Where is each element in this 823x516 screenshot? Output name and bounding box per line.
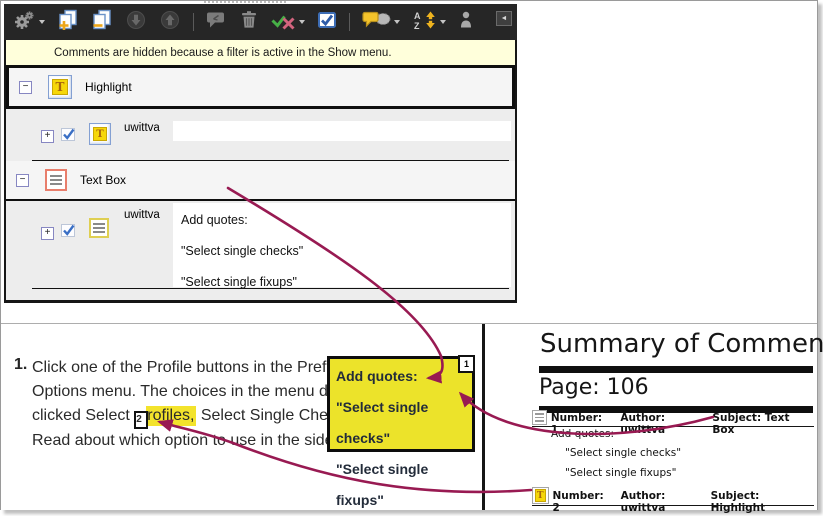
commenter-button[interactable] [458,10,474,35]
show-menu-button[interactable] [362,10,400,35]
person-icon [458,10,474,35]
row-underline [532,505,814,506]
summary-panel: Summary of Comments Page: 106 Number: 1 … [485,324,823,514]
note-line: "Select single checks" [336,399,429,446]
comment-text-field[interactable] [173,121,511,141]
delete-button[interactable] [239,9,259,35]
text-box-icon [45,169,67,191]
note-line: Add quotes: [336,368,418,384]
highlight-icon: T [532,487,549,504]
summary-title: Summary of Comments [540,329,823,359]
blue-checkbox-icon [317,10,337,35]
collapse-all-button[interactable] [91,9,113,36]
document-line: clicked Select 2 rofiles, Select Single C… [32,404,375,429]
comment-author: Author: uwittva [620,490,666,514]
comment-author: uwittva [124,209,160,221]
group-row-textbox[interactable]: − Text Box [6,161,515,201]
row-underline [532,426,814,427]
document-text: Click one of the Profile buttons in the … [32,356,375,453]
highlight-icon: T [48,75,72,99]
group-label: Text Box [80,173,127,187]
collapse-panel-button[interactable]: ◄ [496,11,512,26]
comment-author: Author: uwittva [620,412,666,436]
filter-notice: Comments are hidden because a filter is … [6,40,515,65]
options-button[interactable] [12,10,45,35]
list-number: 1. [14,356,28,373]
text-box-icon [89,218,109,238]
row-separator [32,288,509,289]
expand-all-button[interactable] [57,9,79,36]
caret-down-icon [394,20,400,24]
comments-panel: A Z ◄ Comments are hidden because a filt… [4,4,517,303]
comment-text-field[interactable]: Add quotes: "Select single checks" "Sele… [173,203,511,289]
comment-number: Number: 2 [552,490,604,514]
document-line: Read about which option to use in the si… [32,432,367,449]
trash-icon [239,9,259,35]
comment-row-textbox[interactable]: + uwittva Add quotes: "Select single che… [6,201,515,289]
screenshot-frame: A Z ◄ Comments are hidden because a filt… [0,0,823,514]
checkmark-button[interactable] [317,10,337,35]
caret-down-icon [39,20,45,24]
toolbar-separator [349,13,350,31]
highlight-icon: T [89,123,111,145]
comment-checkbox[interactable] [60,126,77,148]
summary-page-label: Page: 106 [539,375,649,400]
document-section: 1. Click one of the Profile buttons in t… [1,323,823,514]
arrow-up-circle-icon [159,9,181,36]
sort-by-button[interactable]: A Z [412,10,446,35]
comment-number-badge[interactable]: 1 [458,355,475,373]
comment-number-badge[interactable]: 2 [134,411,149,429]
reply-bubble-icon [206,9,227,35]
caret-down-icon [299,20,305,24]
comment-row-highlight[interactable]: + T uwittva [6,109,515,161]
svg-text:A: A [414,11,421,21]
comment-line: "Select single checks" [181,244,304,258]
expand-toggle[interactable]: + [41,227,54,240]
divider-bar [539,366,813,373]
expand-all-icon [57,9,79,36]
document-line: Click one of the Profile buttons in the … [32,359,356,376]
text-box-icon [532,410,547,425]
sort-az-icon: A Z [412,10,437,35]
document-line: Options menu. The choices in the menu de… [32,383,360,400]
previous-comment-button[interactable] [159,9,181,36]
gear-icon [12,10,36,35]
comment-subject: Subject: Text Box [712,412,790,436]
comment-checkbox[interactable] [60,222,77,244]
collapse-toggle[interactable]: − [16,173,29,187]
note-line: "Select single fixups" [336,461,429,508]
comment-body-line: "Select single checks" [565,447,682,459]
comment-body-line: Add quotes: [551,428,614,440]
set-status-button[interactable] [271,10,305,35]
comment-line: "Select single fixups" [181,275,297,289]
comment-body-line: "Select single fixups" [565,467,677,479]
check-x-status-icon [271,10,296,35]
expand-toggle[interactable]: + [41,130,54,143]
comment-subject: Subject: Highlight [710,490,766,514]
text-box-annotation[interactable]: Add quotes: "Select single checks" "Sele… [327,356,475,508]
comments-toolbar: A Z ◄ [4,4,517,40]
group-row-highlight[interactable]: − T Highlight [6,65,515,109]
svg-text:Z: Z [414,21,420,30]
comments-list: − T Highlight + T uwittva − Text Box + u… [6,65,515,300]
comment-author: uwittva [124,122,160,134]
speech-bubbles-icon [362,10,391,35]
collapse-all-icon [91,9,113,36]
reply-button[interactable] [206,9,227,35]
filter-notice-text: Comments are hidden because a filter is … [54,47,392,59]
arrow-down-circle-icon [125,9,147,36]
toolbar-separator [193,13,194,31]
highlighted-word[interactable]: rofiles, [146,406,197,426]
caret-down-icon [440,20,446,24]
collapse-toggle[interactable]: − [19,80,32,94]
group-label: Highlight [85,80,132,94]
summary-comment-2-header: T Number: 2 Author: uwittva Subject: Hig… [532,487,814,514]
comment-line: Add quotes: [181,213,248,227]
next-comment-button[interactable] [125,9,147,36]
